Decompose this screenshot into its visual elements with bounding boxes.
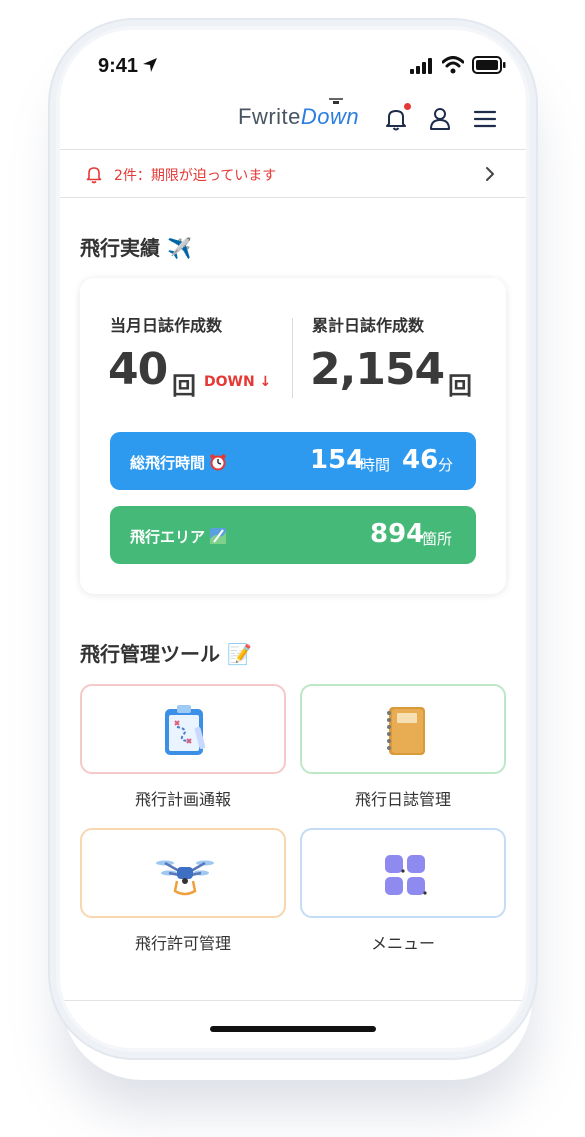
clipboard-map-icon (165, 705, 206, 755)
cellular-signal-icon (410, 58, 432, 74)
flight-area-label-wrap: 飛行エリア (130, 526, 227, 547)
flight-plan-report-button[interactable] (80, 684, 286, 774)
grid-menu-icon (385, 855, 427, 895)
flight-permit-management-label: 飛行許可管理 (134, 934, 231, 953)
notification-badge (404, 103, 411, 110)
flight-area-value: 894 (370, 519, 425, 549)
app-logo[interactable]: FwriteDown (238, 104, 359, 130)
flight-area-bar[interactable]: 飛行エリア 894 箇所 (110, 506, 476, 564)
menu-label: メニュー (370, 934, 435, 953)
total-flight-time-bar[interactable]: 総飛行時間 154 時間 46 分 (110, 432, 476, 490)
status-bar: 9:41 (60, 30, 526, 100)
flight-time-label-wrap: 総飛行時間 (130, 452, 227, 473)
location-arrow-icon (143, 58, 157, 72)
monthly-trend-badge: DOWN ↓ (204, 374, 272, 390)
monthly-log-value: 40 (108, 344, 168, 395)
logo-text-accent: Down (300, 104, 360, 129)
map-icon (210, 528, 227, 544)
flight-area-label: 飛行エリア (130, 528, 206, 546)
flight-area-unit: 箇所 (422, 530, 453, 548)
monthly-log-unit: 回 (172, 372, 196, 400)
bell-icon[interactable] (383, 106, 409, 132)
flight-minutes-value: 46 (402, 445, 439, 475)
phone-screen: 9:41 FwriteDown 2件：期限が迫っています 飛行実績 ✈️ 当月日… (60, 30, 526, 1048)
flight-permit-management-button[interactable] (80, 828, 286, 918)
tools-title: 飛行管理ツール 📝 (80, 642, 252, 666)
drone-icon (156, 860, 214, 896)
logo-drone-icon (329, 98, 343, 104)
notebook-icon (387, 707, 425, 755)
status-time: 9:41 (98, 55, 139, 77)
total-log-unit: 回 (448, 372, 472, 400)
app-header: FwriteDown (60, 92, 526, 150)
chevron-right-icon (486, 167, 494, 181)
flight-hours-value: 154 (310, 445, 365, 475)
stats-divider (292, 318, 293, 398)
flight-log-management-button[interactable] (300, 684, 506, 774)
battery-icon (472, 56, 506, 74)
deadline-notice[interactable]: 2件：期限が迫っています (60, 150, 526, 198)
home-indicator[interactable] (210, 1026, 376, 1032)
monthly-log-label: 当月日誌作成数 (110, 316, 223, 335)
alarm-clock-icon (210, 454, 226, 471)
user-icon[interactable] (427, 106, 453, 132)
flight-record-title: 飛行実績 ✈️ (80, 236, 192, 260)
wifi-icon (442, 56, 464, 74)
flight-minutes-unit: 分 (438, 456, 454, 474)
total-log-value: 2,154 (310, 344, 445, 395)
flight-plan-report-label: 飛行計画通報 (134, 790, 231, 809)
notice-text: 2件：期限が迫っています (114, 168, 277, 184)
flight-time-label: 総飛行時間 (130, 454, 206, 472)
alert-bell-icon (86, 167, 102, 184)
flight-log-management-label: 飛行日誌管理 (354, 790, 451, 809)
logo-text: Fwrite (238, 104, 301, 129)
menu-button[interactable] (300, 828, 506, 918)
bottom-divider (60, 1000, 526, 1001)
flight-hours-unit: 時間 (360, 456, 391, 474)
hamburger-menu-icon[interactable] (472, 106, 498, 132)
flight-stats-card: 当月日誌作成数 40 回 DOWN ↓ 累計日誌作成数 2,154 回 総飛行時… (80, 278, 506, 594)
total-log-label: 累計日誌作成数 (312, 316, 425, 335)
